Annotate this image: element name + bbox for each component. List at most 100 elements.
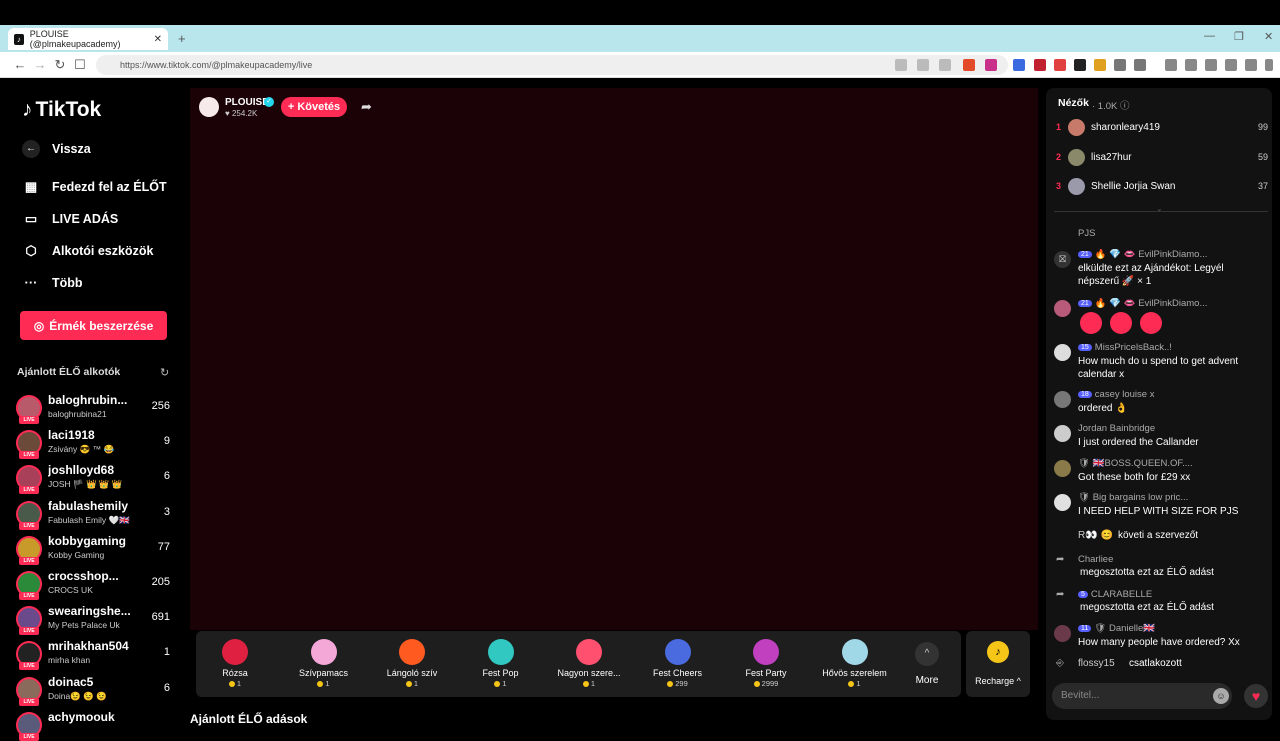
creator-item[interactable]: LIVE fabulashemily Fabulash Emily 🤍🇬🇧 3: [16, 498, 176, 530]
chat-avatar[interactable]: [1054, 425, 1071, 442]
creator-item[interactable]: LIVE mrihakhan504 mirha khan 1: [16, 638, 176, 671]
level-badge: 21: [1078, 251, 1092, 258]
window-close-button[interactable]: ✕: [1264, 30, 1273, 43]
vpn-icon[interactable]: [1245, 59, 1257, 71]
creator-item[interactable]: LIVE swearingshe... My Pets Palace Uk 691: [16, 603, 176, 636]
chat-username[interactable]: 🛡 Big bargains low pric...: [1078, 492, 1268, 503]
chat-text: How much do u spend to get advent calend…: [1078, 356, 1239, 380]
gift-item[interactable]: Fest Party 2999: [726, 637, 806, 688]
follow-button[interactable]: + Követés: [281, 97, 347, 117]
chat-avatar[interactable]: [1054, 391, 1071, 408]
creator-item[interactable]: LIVE achymoouk: [16, 709, 176, 741]
host-name[interactable]: PLOUISE: [225, 97, 269, 108]
gift-item[interactable]: Fest Cheers 299: [638, 637, 718, 688]
tiktok-logo[interactable]: ♪ TikTok: [22, 98, 101, 122]
wallet-icon[interactable]: [1205, 59, 1217, 71]
sidebar-toggle-icon[interactable]: [1185, 59, 1197, 71]
recommended-title: Ajánlott ÉLŐ alkotók: [17, 366, 121, 378]
get-coins-button[interactable]: ◎ Érmék beszerzése: [20, 311, 167, 340]
gift-price: 1: [461, 679, 541, 688]
share-event-user[interactable]: 5 CLARABELLE: [1078, 589, 1152, 600]
bookmark-icon[interactable]: ☐: [72, 57, 88, 73]
zoom-icon[interactable]: [917, 59, 929, 71]
chat-username[interactable]: 11 🛡 Danielle🇬🇧: [1078, 623, 1268, 634]
viewer-rank: 2: [1056, 151, 1062, 162]
refresh-icon[interactable]: ↻: [160, 366, 169, 379]
heart-icon[interactable]: ♥: [1244, 684, 1268, 708]
chat-input[interactable]: Bevitel...: [1052, 683, 1232, 709]
chevron-down-icon[interactable]: ⌄: [1156, 204, 1163, 213]
chat-avatar[interactable]: [1054, 344, 1071, 361]
ext-box-icon[interactable]: [1134, 59, 1146, 71]
gift-item[interactable]: Szívpamacs 1: [284, 637, 364, 688]
gift-more-button[interactable]: More: [907, 675, 947, 686]
hls-ext-icon[interactable]: [1054, 59, 1066, 71]
chat-username[interactable]: 21 🔥 💎 👄 EvilPinkDiamo...: [1078, 249, 1268, 260]
creator-item[interactable]: LIVE crocsshop... CROCS UK 205: [16, 568, 176, 600]
nav-go-live[interactable]: ▭ LIVE ADÁS: [22, 211, 118, 227]
creator-subtitle: mirha khan: [48, 655, 91, 666]
ext-x-icon[interactable]: [1034, 59, 1046, 71]
browser-tab-active[interactable]: ♪ PLOUISE (@plmakeupacademy) ✕: [8, 28, 168, 50]
creator-item[interactable]: LIVE joshlloyd68 JOSH 🏴 👑 👑 👑 6: [16, 462, 176, 495]
menu-icon[interactable]: [1265, 59, 1273, 71]
share-page-icon[interactable]: [939, 59, 951, 71]
chat-message: 🛡 Big bargains low pric... I NEED HELP WI…: [1054, 492, 1268, 524]
new-tab-button[interactable]: +: [178, 31, 186, 46]
chat-avatar[interactable]: [1054, 300, 1071, 317]
top-viewer-row[interactable]: 1 sharonleary419 99: [1056, 117, 1268, 139]
live-video-area[interactable]: [190, 88, 1038, 630]
address-bar[interactable]: https://www.tiktok.com/@plmakeupacademy/…: [96, 55, 1008, 75]
extension-icon-1[interactable]: [895, 59, 907, 71]
creator-subtitle: baloghrubina21: [48, 409, 107, 419]
emoji-icon[interactable]: ☺: [1213, 688, 1229, 704]
ext-dark-icon[interactable]: [1074, 59, 1086, 71]
level-badge: 11: [1078, 625, 1092, 632]
nav-explore-live[interactable]: ▦ Fedezd fel az ÉLŐT: [22, 179, 167, 195]
chevron-up-icon[interactable]: ^: [915, 642, 939, 666]
join-event-user[interactable]: flossy15: [1078, 658, 1115, 669]
follow-event-user[interactable]: R👀 😊: [1078, 530, 1113, 541]
top-viewer-row[interactable]: 2 lisa27hur 59: [1056, 147, 1268, 169]
translate-ext-icon[interactable]: [1013, 59, 1025, 71]
coin-icon: [228, 681, 235, 688]
chat-avatar[interactable]: [1054, 494, 1071, 511]
creator-item[interactable]: LIVE laci1918 Zsivány 😎 ™ 😂 9: [16, 427, 176, 460]
ext-puzzle-icon[interactable]: [1114, 59, 1126, 71]
download-icon[interactable]: [1165, 59, 1177, 71]
back-arrow-icon[interactable]: ←: [12, 57, 28, 72]
brave-shield-icon[interactable]: [963, 59, 975, 71]
gift-item[interactable]: Rózsa 1: [195, 637, 275, 688]
forward-arrow-icon[interactable]: →: [32, 57, 48, 72]
maximize-button[interactable]: ❐: [1234, 30, 1244, 43]
creator-item[interactable]: LIVE baloghrubin... baloghrubina21 256: [16, 392, 176, 424]
back-link[interactable]: ← Vissza: [22, 140, 91, 158]
tab-close-icon[interactable]: ✕: [154, 34, 162, 45]
rewards-icon[interactable]: [985, 59, 997, 71]
recharge-button[interactable]: Recharge ^: [966, 676, 1030, 686]
gift-item[interactable]: Hővös szerelem 1: [815, 637, 895, 688]
minimize-button[interactable]: —: [1204, 30, 1215, 42]
chat-username[interactable]: 18 casey louise x: [1078, 389, 1268, 400]
chat-username[interactable]: 15 MissPricelsBack..!: [1078, 342, 1268, 353]
chat-username[interactable]: 🛡 🇬🇧BOSS.QUEEN.OF....: [1078, 458, 1268, 469]
chat-avatar[interactable]: [1054, 625, 1071, 642]
nav-creator-tools[interactable]: ⬡ Alkotói eszközök: [22, 243, 153, 259]
gift-item[interactable]: Fest Pop 1: [461, 637, 541, 688]
ext-color-icon[interactable]: [1094, 59, 1106, 71]
share-event-user[interactable]: Charliee: [1078, 554, 1113, 565]
host-avatar[interactable]: [199, 97, 219, 117]
chat-username[interactable]: Jordan Bainbridge: [1078, 423, 1268, 434]
gift-item[interactable]: Nagyon szere... 1: [549, 637, 629, 688]
viewers-count[interactable]: · 1.0K ⓘ: [1092, 98, 1130, 112]
nav-more[interactable]: ··· Több: [22, 275, 83, 291]
reload-icon[interactable]: ↻: [52, 57, 68, 73]
top-viewer-row[interactable]: 3 Shellie Jorjia Swan 37: [1056, 176, 1268, 198]
leo-icon[interactable]: [1225, 59, 1237, 71]
share-icon[interactable]: ➦: [361, 99, 372, 115]
creator-item[interactable]: LIVE doinac5 Doina😉 😉 😉 6: [16, 674, 176, 706]
gift-item[interactable]: Lángoló szív 1: [372, 637, 452, 688]
chat-avatar[interactable]: [1054, 460, 1071, 477]
creator-item[interactable]: LIVE kobbygaming Kobby Gaming 77: [16, 533, 176, 565]
chat-username[interactable]: 21 🔥 💎 👄 EvilPinkDiamo...: [1078, 298, 1268, 309]
